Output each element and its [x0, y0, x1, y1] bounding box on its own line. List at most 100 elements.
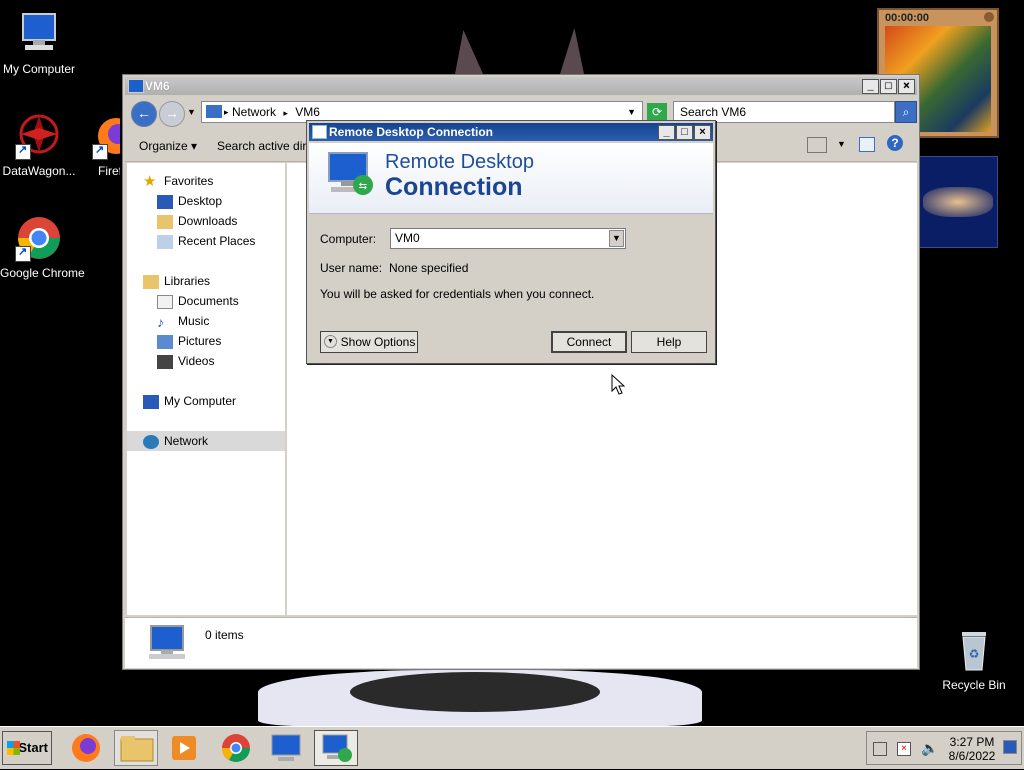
desktop-icon-recycle-bin[interactable]: ♻ Recycle Bin	[935, 626, 1013, 692]
taskbar-chrome[interactable]	[214, 730, 258, 766]
computer-icon	[15, 10, 63, 58]
downloads-icon	[157, 214, 173, 229]
nav-documents[interactable]: Documents	[157, 291, 239, 311]
help-icon[interactable]: ?	[887, 135, 903, 151]
desktop-icon-my-computer[interactable]: My Computer	[0, 10, 78, 76]
taskbar-remote-desktop[interactable]	[314, 730, 358, 766]
computer-icon	[145, 624, 189, 665]
clock[interactable]: 3:27 PM 8/6/2022	[947, 735, 997, 763]
videos-icon	[157, 354, 173, 369]
clock-time: 3:27 PM	[949, 735, 995, 749]
close-button[interactable]: ×	[898, 79, 915, 94]
help-button[interactable]: Help	[631, 331, 707, 353]
recent-pages-dropdown-icon[interactable]: ▼	[187, 107, 196, 117]
wallpaper-shadow	[350, 672, 600, 712]
preview-pane-icon[interactable]	[859, 137, 875, 152]
action-center-icon[interactable]: ×	[897, 742, 911, 756]
nav-videos[interactable]: Videos	[157, 351, 214, 371]
chrome-icon	[222, 734, 250, 762]
network-tray-icon[interactable]	[873, 742, 887, 756]
shortcut-arrow-icon	[15, 143, 31, 160]
taskbar-network-window[interactable]	[264, 730, 308, 766]
chevron-right-icon[interactable]: ▸	[224, 102, 229, 122]
nav-libraries[interactable]: Libraries	[143, 271, 210, 291]
nav-favorites[interactable]: ★ Favorites	[143, 171, 213, 191]
show-options-button[interactable]: ▼ Show Options	[320, 331, 418, 353]
close-button[interactable]: ×	[694, 125, 711, 140]
pictures-icon	[157, 334, 173, 349]
nav-pictures[interactable]: Pictures	[157, 331, 221, 351]
taskbar-firefox[interactable]	[64, 730, 108, 766]
clock-date: 8/6/2022	[948, 749, 996, 763]
desktop-icon-google-chrome[interactable]: Google Chrome	[0, 214, 85, 280]
desktop-icon-datawagon[interactable]: DataWagon...	[0, 112, 78, 178]
desktop-icon-label: Recycle Bin	[942, 678, 1006, 692]
minimize-button[interactable]: _	[658, 125, 675, 140]
credentials-note: You will be asked for credentials when y…	[320, 287, 595, 301]
chevron-right-icon[interactable]: ▸	[283, 108, 288, 118]
dialog-title: Remote Desktop Connection	[329, 125, 494, 139]
wallpaper-ear-left	[455, 30, 483, 74]
taskbar-media-player[interactable]	[162, 730, 206, 766]
breadcrumb-network[interactable]: Network	[232, 105, 276, 119]
music-icon: ♪	[157, 313, 164, 330]
show-desktop-button[interactable]	[1003, 740, 1017, 754]
refresh-button[interactable]: ⟳	[647, 103, 667, 121]
folder-icon	[120, 736, 154, 762]
navigation-pane: ★ Favorites Desktop Downloads Recent Plac…	[127, 163, 285, 615]
desktop-icon	[157, 194, 173, 209]
desktop-icon-label: Firef	[98, 164, 120, 178]
computer-icon	[143, 394, 159, 409]
shortcut-arrow-icon	[92, 143, 108, 160]
taskbar-explorer[interactable]	[114, 730, 158, 766]
volume-icon[interactable]: 🔈	[921, 740, 938, 757]
rdc-app-icon	[312, 125, 327, 139]
view-options-icon[interactable]	[807, 137, 827, 153]
remote-desktop-icon	[322, 734, 352, 762]
media-player-icon	[172, 736, 196, 760]
explorer-title-bar[interactable]: VM6 _ □ ×	[125, 77, 917, 95]
datawagon-icon	[15, 112, 63, 160]
search-icon[interactable]: ⌕	[895, 101, 917, 123]
nav-music[interactable]: ♪ Music	[157, 311, 209, 331]
maximize-button[interactable]: □	[880, 79, 897, 94]
connect-button[interactable]: Connect	[551, 331, 627, 353]
start-button[interactable]: Start	[2, 731, 52, 765]
organize-menu[interactable]: Organize ▾	[139, 139, 197, 153]
chevron-down-icon[interactable]: ▼	[837, 139, 846, 149]
libraries-icon	[143, 274, 159, 289]
desktop-icon-label: DataWagon...	[2, 164, 76, 178]
star-icon: ★	[143, 172, 157, 190]
computer-combobox[interactable]: VM0 ▼	[390, 228, 626, 249]
forward-button[interactable]: →	[159, 101, 185, 127]
nav-downloads[interactable]: Downloads	[157, 211, 237, 231]
chevron-down-circle-icon: ▼	[324, 335, 337, 348]
network-icon	[143, 434, 159, 449]
desktop-icon-firefox[interactable]: Firef	[80, 112, 120, 178]
nav-recent-places[interactable]: Recent Places	[157, 231, 255, 251]
nav-my-computer[interactable]: My Computer	[143, 391, 236, 411]
breadcrumb-vm6[interactable]: VM6	[295, 105, 320, 119]
documents-icon	[157, 294, 173, 309]
address-dropdown-icon[interactable]: ▼	[627, 102, 636, 122]
chevron-down-icon[interactable]: ▼	[609, 230, 624, 247]
search-active-directory-button[interactable]: Search active direc	[217, 139, 319, 153]
remote-desktop-icon: ⇆	[325, 149, 377, 204]
nav-network[interactable]: Network	[143, 431, 208, 451]
back-button[interactable]: ←	[131, 101, 157, 127]
computer-value: VM0	[395, 231, 420, 245]
shortcut-arrow-icon	[15, 245, 31, 262]
maximize-button[interactable]: □	[676, 125, 693, 140]
rdc-banner: ⇆ Remote Desktop Connection	[309, 143, 713, 214]
taskbar: Start × 🔈 3:27 PM 8/6/2022	[0, 726, 1024, 769]
minimize-button[interactable]: _	[862, 79, 879, 94]
firefox-icon	[72, 734, 100, 762]
details-pane: 0 items	[125, 617, 917, 668]
windows-logo-icon	[7, 741, 20, 755]
username-label: User name:	[320, 261, 383, 275]
gadget-close-icon[interactable]	[984, 12, 994, 22]
nav-desktop[interactable]: Desktop	[157, 191, 222, 211]
slideshow-gadget[interactable]	[918, 156, 998, 248]
remote-desktop-dialog[interactable]: Remote Desktop Connection _ □ × ⇆ Remote…	[306, 120, 716, 364]
rdc-title-bar[interactable]: Remote Desktop Connection _ □ ×	[309, 123, 713, 141]
